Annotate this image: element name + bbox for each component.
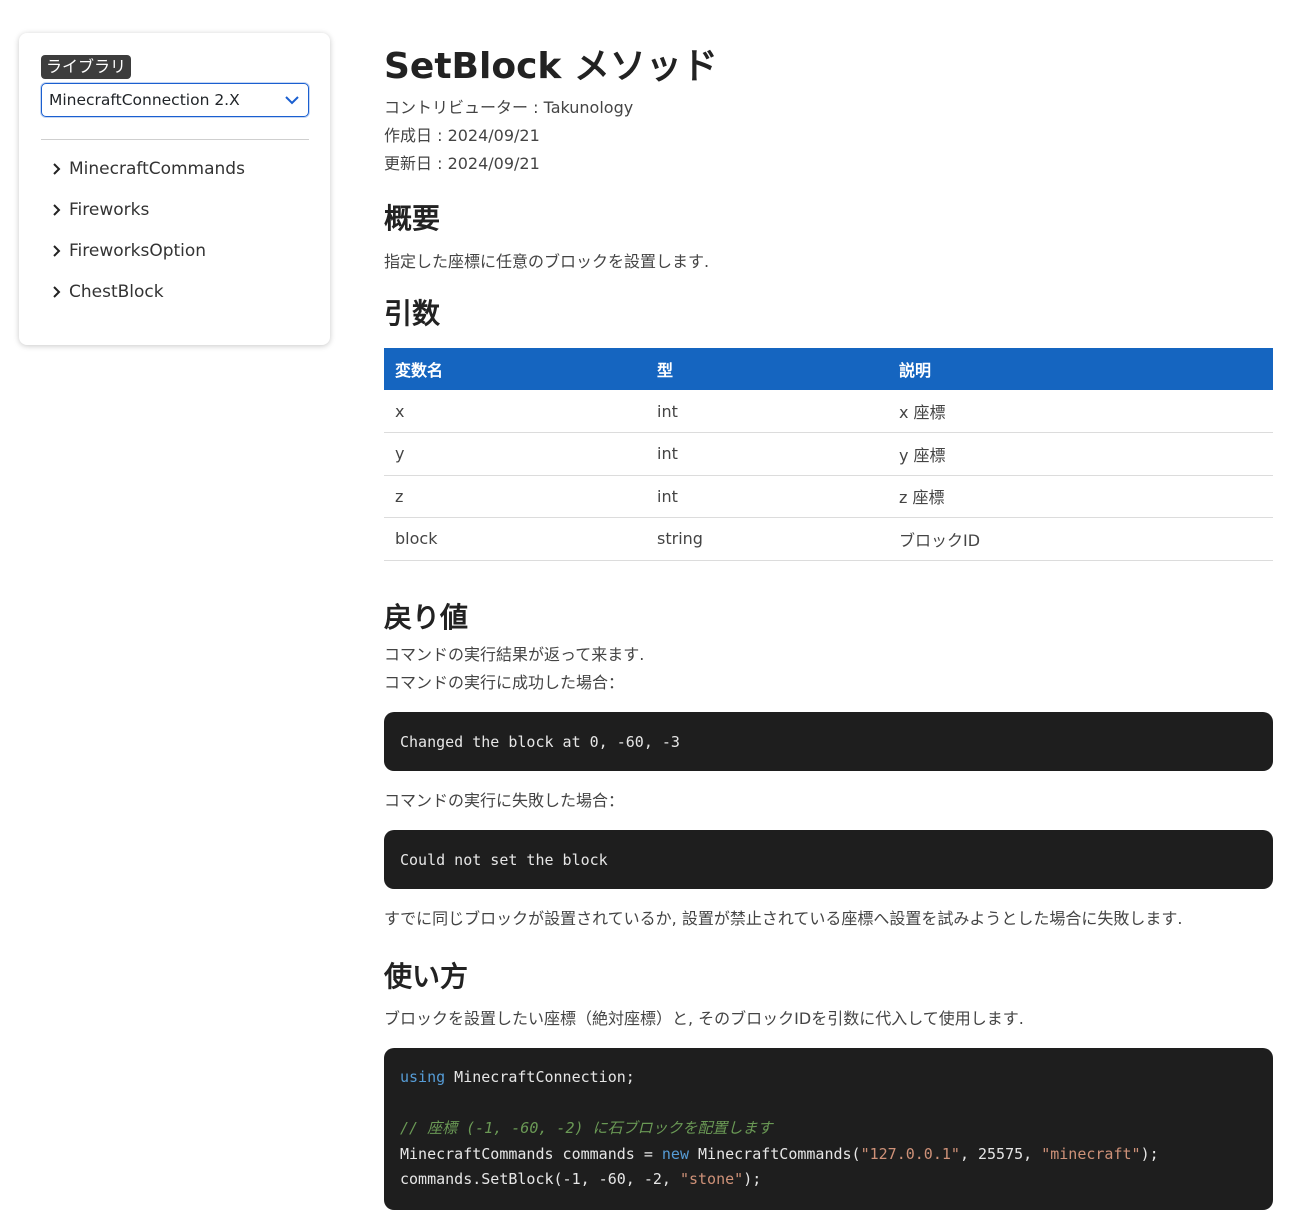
sidebar-item-fireworksoption[interactable]: FireworksOption — [41, 230, 308, 271]
sidebar-divider — [41, 139, 309, 140]
returns-fail-label: コマンドの実行に失敗した場合： — [384, 791, 625, 810]
code-text: MinecraftConnection; — [445, 1068, 635, 1086]
returns-note: すでに同じブロックが設置されているか, 設置が禁止されている座標へ設置を試みよう… — [384, 909, 1183, 928]
sidebar-item-minecraftcommands[interactable]: MinecraftCommands — [41, 148, 308, 189]
updated-date: 更新日 : 2024/09/21 — [384, 154, 540, 173]
sidebar-item-label: FireworksOption — [69, 240, 207, 261]
code-line: using MinecraftConnection; — [400, 1065, 1257, 1091]
code-line: commands.SetBlock(-1, -60, -2, "stone"); — [400, 1167, 1257, 1193]
cell-description: z 座標 — [888, 475, 1273, 518]
code-text: ); — [1140, 1144, 1159, 1163]
cell-type: int — [646, 390, 888, 433]
library-version-select[interactable]: MinecraftConnection 2.X — [41, 83, 309, 117]
sidebar-item-chestblock[interactable]: ChestBlock — [41, 271, 308, 312]
overview-text: 指定した座標に任意のブロックを設置します. — [384, 252, 710, 271]
args-heading: 引数 — [384, 297, 441, 330]
chevron-right-icon — [53, 285, 61, 298]
cell-description: x 座標 — [888, 390, 1273, 433]
returns-heading: 戻り値 — [384, 601, 469, 634]
table-row: z int z 座標 — [384, 475, 1273, 518]
chevron-right-icon — [53, 244, 61, 257]
contributor: コントリビューター : Takunology — [384, 98, 634, 117]
chevron-down-icon — [285, 96, 299, 105]
code-string: "minecraft" — [1041, 1144, 1141, 1163]
library-version-value: MinecraftConnection 2.X — [49, 91, 240, 109]
cell-type: int — [646, 475, 888, 518]
cell-name: block — [384, 517, 646, 561]
cell-type: int — [646, 432, 888, 476]
overview-heading: 概要 — [384, 202, 441, 235]
cell-name: x — [384, 390, 646, 433]
created-date: 作成日 : 2024/09/21 — [384, 126, 540, 145]
sidebar-item-label: ChestBlock — [69, 281, 164, 302]
fail-code-block: Could not set the block — [384, 830, 1273, 889]
fail-code-text: Could not set the block — [400, 850, 608, 869]
sidebar-item-label: Fireworks — [69, 199, 150, 220]
code-text: , 25575, — [959, 1144, 1042, 1163]
sidebar-item-fireworks[interactable]: Fireworks — [41, 189, 308, 230]
returns-line1: コマンドの実行結果が返って来ます. — [384, 645, 645, 664]
usage-code-block: using MinecraftConnection; // 座標 (-1, -6… — [384, 1048, 1273, 1210]
column-header-name: 変数名 — [384, 348, 646, 390]
column-header-description: 説明 — [888, 348, 1273, 390]
code-keyword: using — [400, 1068, 446, 1086]
code-comment: // 座標 (-1, -60, -2) に石ブロックを配置します — [400, 1119, 773, 1137]
cell-name: z — [384, 475, 646, 518]
page-meta: コントリビューター : Takunology 作成日 : 2024/09/21 … — [384, 94, 633, 178]
library-sidebar: ライブラリ MinecraftConnection 2.X MinecraftC… — [19, 33, 330, 345]
cell-description: ブロックID — [888, 517, 1273, 561]
column-header-type: 型 — [646, 348, 888, 390]
code-line: MinecraftCommands commands = new Minecra… — [400, 1142, 1257, 1168]
code-text: MinecraftCommands commands = — [400, 1144, 662, 1163]
table-header-row: 変数名 型 説明 — [384, 348, 1273, 390]
cell-type: string — [646, 517, 888, 561]
code-text: MinecraftCommands( — [689, 1144, 861, 1163]
code-keyword: new — [661, 1144, 689, 1163]
sidebar-item-label: MinecraftCommands — [69, 158, 245, 179]
code-text: commands.SetBlock(-1, -60, -2, — [400, 1170, 680, 1188]
usage-text: ブロックを設置したい座標（絶対座標）と, そのブロックIDを引数に代入して使用し… — [384, 1009, 1024, 1028]
table-row: block string ブロックID — [384, 517, 1273, 561]
code-string: "127.0.0.1" — [860, 1144, 960, 1163]
cell-description: y 座標 — [888, 432, 1273, 476]
returns-success-label: コマンドの実行に成功した場合： — [384, 673, 625, 692]
args-table: 変数名 型 説明 x int x 座標 y int y 座標 z int z 座… — [384, 348, 1273, 561]
table-row: x int x 座標 — [384, 390, 1273, 433]
library-badge: ライブラリ — [41, 55, 132, 79]
table-row: y int y 座標 — [384, 432, 1273, 476]
code-text: ); — [743, 1170, 762, 1188]
page-title: SetBlock メソッド — [384, 46, 718, 87]
chevron-right-icon — [53, 203, 61, 216]
chevron-right-icon — [53, 162, 61, 175]
sidebar-nav: MinecraftCommands Fireworks FireworksOpt… — [41, 148, 308, 312]
cell-name: y — [384, 432, 646, 476]
code-string: "stone" — [679, 1170, 744, 1188]
usage-heading: 使い方 — [384, 960, 469, 993]
success-code-block: Changed the block at 0, -60, -3 — [384, 712, 1273, 771]
success-code-text: Changed the block at 0, -60, -3 — [400, 732, 680, 751]
